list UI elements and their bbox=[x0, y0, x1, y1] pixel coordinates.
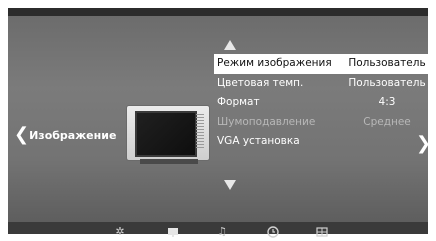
tv-stand bbox=[140, 159, 198, 164]
section-title[interactable]: ❮ Изображение bbox=[14, 126, 117, 144]
chevron-right-icon[interactable]: ❯ bbox=[416, 133, 431, 154]
tv-illustration bbox=[126, 105, 210, 161]
menu-item-noise-reduction: Шумоподавление Среднее bbox=[217, 115, 411, 128]
scroll-down-arrow-icon[interactable] bbox=[224, 180, 236, 190]
monitor-icon[interactable] bbox=[167, 226, 179, 238]
menu-item-color-temp[interactable]: Цветовая темп. Пользователь bbox=[214, 74, 432, 94]
section-label: Изображение bbox=[29, 128, 117, 142]
music-note-icon[interactable]: ♫ bbox=[216, 226, 228, 238]
tv-speaker-grille bbox=[196, 114, 204, 150]
settings-menu: Режим изображения Пользователь Цветовая … bbox=[214, 54, 432, 152]
scroll-up-arrow-icon[interactable] bbox=[224, 40, 236, 50]
grid-icon[interactable] bbox=[316, 226, 328, 238]
menu-item-picture-mode[interactable]: Режим изображения Пользователь bbox=[214, 54, 432, 74]
sun-icon[interactable]: ✲ bbox=[114, 226, 126, 238]
menu-item-format[interactable]: Формат 4:3 bbox=[214, 93, 432, 113]
top-band bbox=[8, 8, 428, 16]
chevron-left-icon[interactable]: ❮ bbox=[14, 126, 29, 144]
clock-icon[interactable] bbox=[267, 226, 279, 238]
menu-item-vga-setup[interactable]: VGA установка bbox=[214, 132, 432, 152]
tv-screen bbox=[135, 111, 197, 157]
